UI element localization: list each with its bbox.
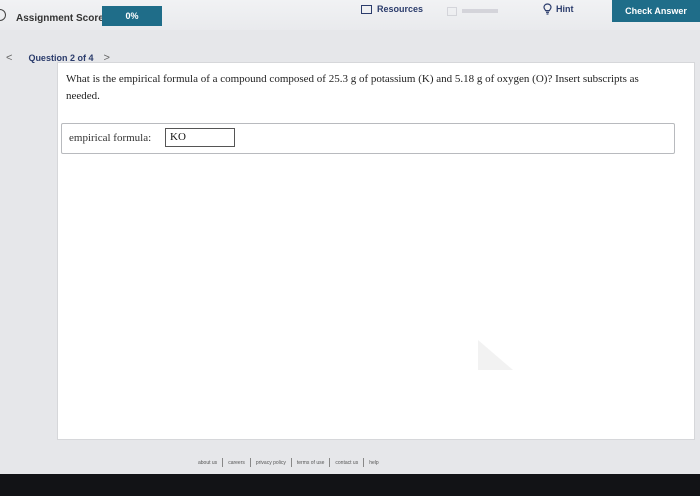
footer-link-terms-of-use[interactable]: terms of use xyxy=(297,460,325,466)
resources-label: Resources xyxy=(377,4,424,14)
hint-label: Hint xyxy=(556,4,574,14)
disabled-button-label xyxy=(462,9,498,13)
question-text: What is the empirical formula of a compo… xyxy=(66,73,639,102)
assignment-score-value: 0% xyxy=(102,6,162,26)
monitor-bezel xyxy=(0,474,700,496)
question-panel: What is the empirical formula of a compo… xyxy=(57,62,695,440)
footer-separator xyxy=(363,458,365,467)
previous-question-button[interactable]: < xyxy=(6,52,12,64)
answer-box: empirical formula: KO xyxy=(61,123,675,154)
footer-link-privacy-policy[interactable]: privacy policy xyxy=(256,460,286,466)
footer-link-help[interactable]: help xyxy=(369,460,378,466)
check-answer-button[interactable]: Check Answer xyxy=(612,0,700,22)
footer-links: about us careers privacy policy terms of… xyxy=(198,458,379,467)
footer-separator xyxy=(329,458,331,467)
lightbulb-icon xyxy=(543,3,552,15)
top-toolbar: Assignment Score: 0% Resources Hint Chec… xyxy=(0,0,700,30)
hint-button[interactable]: Hint xyxy=(543,3,574,15)
disabled-button-icon xyxy=(447,6,457,16)
footer-separator xyxy=(222,458,224,467)
footer-link-careers[interactable]: careers xyxy=(228,460,245,466)
screen-glare xyxy=(478,340,513,370)
disabled-toolbar-button xyxy=(447,4,507,18)
footer-separator xyxy=(249,458,251,467)
resources-button[interactable]: Resources xyxy=(361,4,423,14)
footer-link-contact-us[interactable]: contact us xyxy=(335,460,358,466)
footer-separator xyxy=(290,458,292,467)
resources-icon xyxy=(361,4,372,14)
empirical-formula-input[interactable]: KO xyxy=(165,128,235,147)
score-circle-icon xyxy=(0,9,6,21)
assignment-score-label: Assignment Score: xyxy=(16,13,108,24)
answer-label: empirical formula: xyxy=(69,132,152,144)
footer-link-about-us[interactable]: about us xyxy=(198,460,217,466)
